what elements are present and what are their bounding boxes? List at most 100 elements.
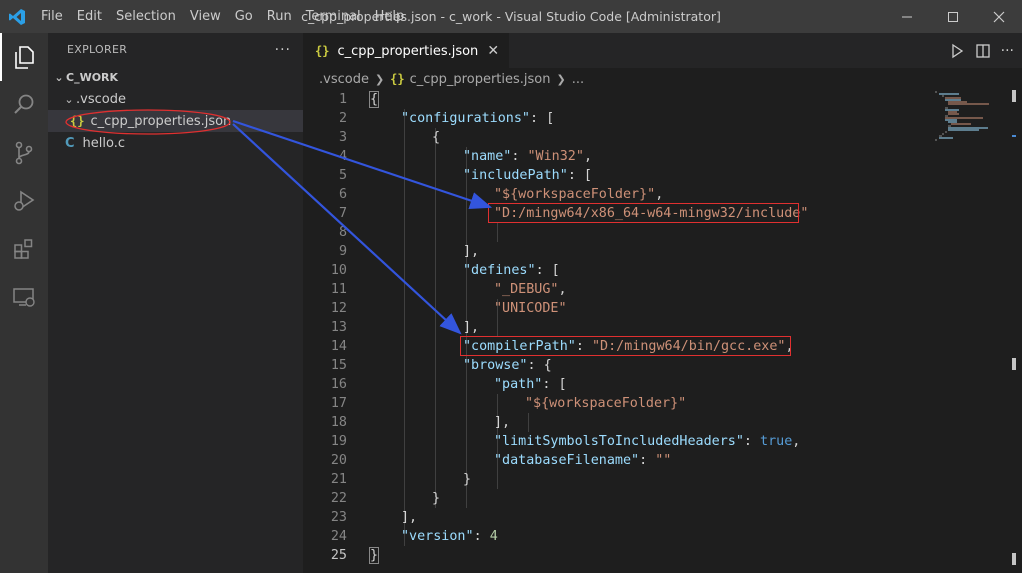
more-actions-icon[interactable]: ··· bbox=[275, 42, 291, 58]
code-line: 25} bbox=[303, 546, 923, 565]
json-string: "${workspaceFolder}" bbox=[525, 396, 687, 411]
chevron-down-icon: ⌄ bbox=[54, 70, 64, 84]
title-bar: File Edit Selection View Go Run Terminal… bbox=[0, 0, 1022, 33]
scrollbar-marker bbox=[1012, 358, 1016, 370]
code-line: 13], bbox=[303, 318, 923, 337]
code-text: : [ bbox=[535, 263, 560, 278]
menu-selection[interactable]: Selection bbox=[109, 0, 183, 33]
window-controls bbox=[884, 0, 1022, 33]
file-label: c_cpp_properties.json bbox=[90, 113, 232, 129]
json-icon: {} bbox=[70, 114, 85, 128]
explorer-header: EXPLORER ··· bbox=[48, 33, 303, 66]
scrollbar-marker bbox=[1012, 90, 1016, 102]
split-editor-icon[interactable] bbox=[975, 43, 991, 59]
json-key: "browse" bbox=[463, 358, 528, 373]
line-number: 11 bbox=[330, 282, 347, 297]
line-number: 12 bbox=[330, 301, 347, 316]
explorer-sidebar: EXPLORER ··· ⌄ C_WORK ⌄ .vscode {} c_cpp… bbox=[48, 33, 303, 573]
json-key: "path" bbox=[494, 377, 543, 392]
json-key: "databaseFilename" bbox=[494, 453, 640, 468]
folder-vscode[interactable]: ⌄ .vscode bbox=[48, 88, 303, 110]
code-text: : [ bbox=[567, 168, 592, 183]
breadcrumb-more[interactable]: ... bbox=[572, 72, 584, 87]
vscode-logo-icon bbox=[0, 0, 34, 33]
file-hello-c[interactable]: C hello.c bbox=[48, 132, 303, 154]
source-control-icon bbox=[15, 141, 33, 165]
extensions-icon bbox=[14, 239, 33, 259]
code-line: 20 "databaseFilename": "" bbox=[303, 451, 923, 470]
json-string: "${workspaceFolder}" bbox=[494, 187, 656, 202]
menu-view[interactable]: View bbox=[183, 0, 228, 33]
line-number: 17 bbox=[330, 396, 347, 411]
line-number: 16 bbox=[330, 377, 347, 392]
compiler-path-highlight bbox=[460, 336, 791, 356]
run-debug-icon bbox=[14, 190, 35, 211]
breadcrumb-folder[interactable]: .vscode bbox=[319, 72, 369, 87]
json-key: "limitSymbolsToIncludedHeaders" bbox=[494, 434, 744, 449]
code-line: 21} bbox=[303, 470, 923, 489]
folder-vscode-label: .vscode bbox=[76, 91, 126, 107]
more-actions-icon[interactable]: ··· bbox=[1001, 43, 1014, 59]
folder-root[interactable]: ⌄ C_WORK bbox=[48, 66, 303, 88]
remote-explorer-activity[interactable] bbox=[0, 273, 48, 321]
tab-bar: {} c_cpp_properties.json ✕ ··· bbox=[303, 33, 1022, 68]
line-number: 2 bbox=[338, 111, 347, 126]
scrollbar-marker bbox=[1012, 553, 1016, 565]
source-control-activity[interactable] bbox=[0, 129, 48, 177]
explorer-activity[interactable] bbox=[0, 33, 48, 81]
code-editor[interactable]: 1{ 2 "configurations": [ 3{ 4 "name": "Win… bbox=[303, 90, 1022, 573]
c-file-icon: C bbox=[65, 135, 75, 151]
json-string: "_DEBUG" bbox=[494, 282, 559, 297]
line-number: 4 bbox=[338, 149, 347, 164]
minimap[interactable] bbox=[933, 90, 1013, 150]
file-c-cpp-properties[interactable]: {} c_cpp_properties.json bbox=[48, 110, 303, 132]
menu-terminal[interactable]: Terminal bbox=[299, 0, 368, 33]
chevron-right-icon: ❯ bbox=[556, 72, 566, 86]
chevron-right-icon: ❯ bbox=[374, 72, 385, 86]
json-icon: {} bbox=[390, 72, 405, 86]
explorer-title: EXPLORER bbox=[67, 43, 128, 56]
code-line: 23], bbox=[303, 508, 923, 527]
extensions-activity[interactable] bbox=[0, 225, 48, 273]
chevron-down-icon: ⌄ bbox=[64, 92, 74, 106]
editor-actions: ··· bbox=[949, 33, 1014, 68]
json-key: "includePath" bbox=[463, 168, 568, 183]
json-key: "defines" bbox=[463, 263, 536, 278]
close-tab-icon[interactable]: ✕ bbox=[487, 43, 499, 59]
line-number: 7 bbox=[338, 206, 347, 221]
json-string: "UNICODE" bbox=[494, 301, 567, 316]
menu-edit[interactable]: Edit bbox=[70, 0, 109, 33]
code-text: : [ bbox=[542, 377, 567, 392]
line-number: 8 bbox=[338, 225, 347, 240]
menu-bar: File Edit Selection View Go Run Terminal… bbox=[34, 0, 411, 33]
code-line: 15 "browse": { bbox=[303, 356, 923, 375]
breadcrumb-file[interactable]: c_cpp_properties.json bbox=[410, 72, 551, 87]
code-text: : { bbox=[527, 358, 552, 373]
maximize-button[interactable] bbox=[930, 0, 976, 33]
code-line: 11 "_DEBUG", bbox=[303, 280, 923, 299]
run-debug-activity[interactable] bbox=[0, 177, 48, 225]
line-number: 21 bbox=[330, 472, 347, 487]
run-icon[interactable] bbox=[949, 43, 965, 59]
line-number: 19 bbox=[330, 434, 347, 449]
close-window-button[interactable] bbox=[976, 0, 1022, 33]
menu-go[interactable]: Go bbox=[228, 0, 260, 33]
menu-file[interactable]: File bbox=[34, 0, 70, 33]
line-number: 15 bbox=[330, 358, 347, 373]
menu-run[interactable]: Run bbox=[260, 0, 299, 33]
line-number: 14 bbox=[330, 339, 347, 354]
code-line: 8 bbox=[303, 223, 923, 242]
code-line: 4 "name": "Win32", bbox=[303, 147, 923, 166]
search-activity[interactable] bbox=[0, 81, 48, 129]
minimize-button[interactable] bbox=[884, 0, 930, 33]
line-number: 23 bbox=[330, 510, 347, 525]
code-line: 12 "UNICODE" bbox=[303, 299, 923, 318]
tab-c-cpp-properties[interactable]: {} c_cpp_properties.json ✕ bbox=[303, 33, 510, 68]
code-text: } bbox=[432, 491, 441, 506]
code-line: 19 "limitSymbolsToIncludedHeaders": true, bbox=[303, 432, 923, 451]
remote-explorer-icon bbox=[13, 288, 35, 307]
menu-help[interactable]: Help bbox=[368, 0, 412, 33]
json-string: "Win32" bbox=[527, 149, 584, 164]
json-key: "name" bbox=[463, 149, 512, 164]
breadcrumb: .vscode ❯ {} c_cpp_properties.json ❯ ... bbox=[303, 68, 1022, 90]
